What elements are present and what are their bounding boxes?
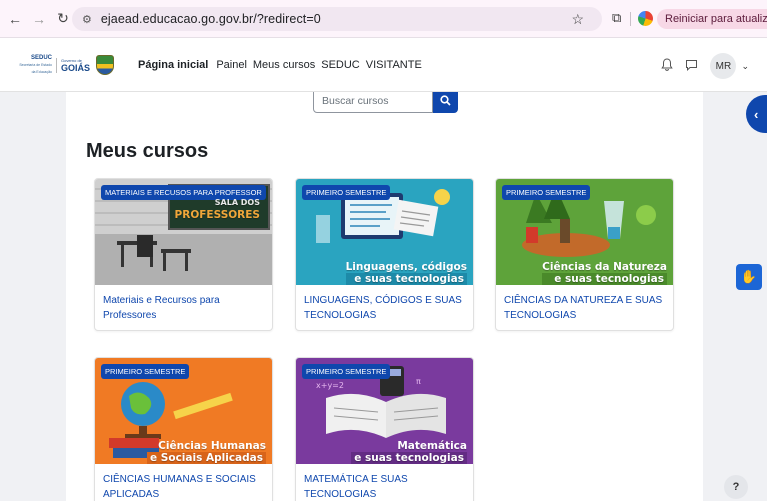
gov-logo-text: Governo de GOIÁS (56, 57, 91, 73)
course-image-line2: e suas tecnologias (542, 273, 667, 285)
star-icon[interactable]: ☆ (571, 11, 584, 28)
course-name-link[interactable]: CIÊNCIAS HUMANAS E SOCIAIS APLICADAS (103, 472, 264, 501)
chat-icon[interactable] (685, 59, 698, 74)
address-bar[interactable]: ⚙ ejaead.educacao.go.gov.br/?redirect=0 … (72, 7, 602, 31)
url-text: ejaead.educacao.go.gov.br/?redirect=0 (100, 12, 321, 26)
browser-profile-icon[interactable] (638, 11, 653, 26)
course-image[interactable]: x+y=2 π PRIMEIRO SEMESTRE Matemática e su… (296, 358, 473, 464)
course-image-line2: e suas tecnologias (351, 452, 467, 464)
course-image-title: Ciências Humanas e Sociais Aplicadas (147, 440, 266, 464)
course-search: Buscar cursos (313, 92, 458, 113)
course-card[interactable]: x+y=2 π PRIMEIRO SEMESTRE Matemática e su… (295, 357, 474, 501)
course-category-badge: PRIMEIRO SEMESTRE (302, 364, 391, 379)
restart-update-button[interactable]: Reiniciar para atualizar ⋮ (657, 9, 767, 29)
course-image[interactable]: MATERIAIS E RECUSOS PARA PROFESSOR SALA … (95, 179, 272, 285)
bell-icon[interactable] (661, 58, 674, 74)
course-name-link[interactable]: MATEMÁTICA E SUAS TECNOLOGIAS (304, 472, 465, 501)
seduc-sub-label: Secretaria de Estado da Educação (19, 62, 52, 74)
course-image[interactable]: PRIMEIRO SEMESTRE Ciências Humanas e Soc… (95, 358, 272, 464)
course-image-title: Ciências da Natureza e suas tecnologias (542, 261, 667, 285)
forward-arrow-icon[interactable]: → (30, 10, 48, 28)
course-image-title: Matemática e suas tecnologias (351, 440, 467, 464)
main-content: Buscar cursos Meus cursos MATERIAIS E RE… (66, 92, 703, 501)
nav-link-dashboard[interactable]: Painel (216, 59, 247, 71)
chevron-left-icon: ‹ (754, 106, 759, 122)
site-logo[interactable]: SEDUC Secretaria de Estado da Educação G… (16, 54, 116, 76)
course-name-link[interactable]: LINGUAGENS, CÓDIGOS E SUAS TECNOLOGIAS (304, 293, 465, 323)
course-card[interactable]: MATERIAIS E RECUSOS PARA PROFESSOR SALA … (94, 178, 273, 331)
restart-update-label: Reiniciar para atualizar (665, 13, 767, 25)
course-image-line2: e Sociais Aplicadas (147, 452, 266, 464)
gov-big-label: GOIÁS (61, 62, 91, 73)
course-card-body: MATEMÁTICA E SUAS TECNOLOGIAS (296, 464, 473, 501)
course-image[interactable]: PRIMEIRO SEMESTRE Ciências da Natureza e… (496, 179, 673, 285)
svg-text:x+y=2: x+y=2 (316, 381, 344, 390)
search-input[interactable]: Buscar cursos (313, 92, 433, 113)
course-image[interactable]: PRIMEIRO SEMESTRE Linguagens, códigos e … (296, 179, 473, 285)
course-image-title: Linguagens, códigos e suas tecnologias (345, 261, 467, 285)
course-card[interactable]: PRIMEIRO SEMESTRE Linguagens, códigos e … (295, 178, 474, 331)
hands-icon: ✋ (740, 269, 758, 284)
gov-small-label: Governo de (61, 57, 82, 63)
course-card-body: CIÊNCIAS DA NATUREZA E SUAS TECNOLOGIAS (496, 285, 673, 330)
course-image-line2: e suas tecnologias (345, 273, 467, 285)
back-arrow-icon[interactable]: ← (6, 10, 24, 28)
nav-link-seduc[interactable]: SEDUC (321, 59, 360, 71)
question-icon: ? (732, 481, 740, 493)
course-card[interactable]: PRIMEIRO SEMESTRE Ciências da Natureza e… (495, 178, 674, 331)
primary-nav: Página inicial Painel Meus cursos SEDUC … (138, 38, 428, 92)
search-button[interactable] (433, 92, 458, 113)
course-image-line2: PROFESSORES (174, 209, 260, 221)
browser-toolbar: ← → ↻ ⚙ ejaead.educacao.go.gov.br/?redir… (0, 0, 767, 38)
course-image-line1: Linguagens, códigos (345, 261, 467, 273)
course-card-body: CIÊNCIAS HUMANAS E SOCIAIS APLICADAS (95, 464, 272, 501)
svg-text:π: π (416, 377, 421, 386)
search-icon (440, 95, 451, 106)
goias-crest-icon (96, 55, 115, 75)
nav-link-visitor[interactable]: VISITANTE (366, 59, 422, 71)
course-card-body: LINGUAGENS, CÓDIGOS E SUAS TECNOLOGIAS (296, 285, 473, 330)
nav-link-my-courses[interactable]: Meus cursos (253, 59, 315, 71)
accessibility-widget-button[interactable]: ✋ (736, 264, 762, 290)
course-card-body: Materiais e Recursos para Professores (95, 285, 272, 330)
course-name-link[interactable]: Materiais e Recursos para Professores (103, 293, 264, 323)
puzzle-icon[interactable]: ⧉ (612, 10, 621, 26)
chevron-down-icon[interactable]: ⌄ (741, 61, 749, 72)
toolbar-divider (630, 12, 631, 26)
course-category-badge: PRIMEIRO SEMESTRE (101, 364, 190, 379)
seduc-label: SEDUC (30, 54, 52, 61)
open-drawer-button[interactable]: ‹ (746, 95, 767, 133)
course-image-line1: Ciências Humanas (158, 440, 266, 452)
seduc-logo-text: SEDUC Secretaria de Estado da Educação (16, 55, 52, 76)
nav-link-home[interactable]: Página inicial (138, 59, 208, 71)
page-title: Meus cursos (86, 140, 209, 162)
course-image-line1: Matemática (397, 440, 467, 452)
course-category-badge: PRIMEIRO SEMESTRE (502, 185, 591, 200)
course-card[interactable]: PRIMEIRO SEMESTRE Ciências Humanas e Soc… (94, 357, 273, 501)
site-info-icon[interactable]: ⚙ (82, 13, 92, 26)
course-category-badge: PRIMEIRO SEMESTRE (302, 185, 391, 200)
user-nav: MR ⌄ (661, 53, 749, 79)
course-image-line1: SALA DOS (214, 198, 260, 207)
course-image-title: SALA DOS PROFESSORES (175, 197, 260, 221)
course-image-line1: Ciências da Natureza (542, 261, 667, 273)
reload-icon[interactable]: ↻ (54, 10, 72, 28)
course-name-link[interactable]: CIÊNCIAS DA NATUREZA E SUAS TECNOLOGIAS (504, 293, 665, 323)
help-button[interactable]: ? (724, 475, 748, 499)
site-navbar: SEDUC Secretaria de Estado da Educação G… (0, 38, 767, 92)
user-avatar[interactable]: MR (710, 53, 737, 79)
